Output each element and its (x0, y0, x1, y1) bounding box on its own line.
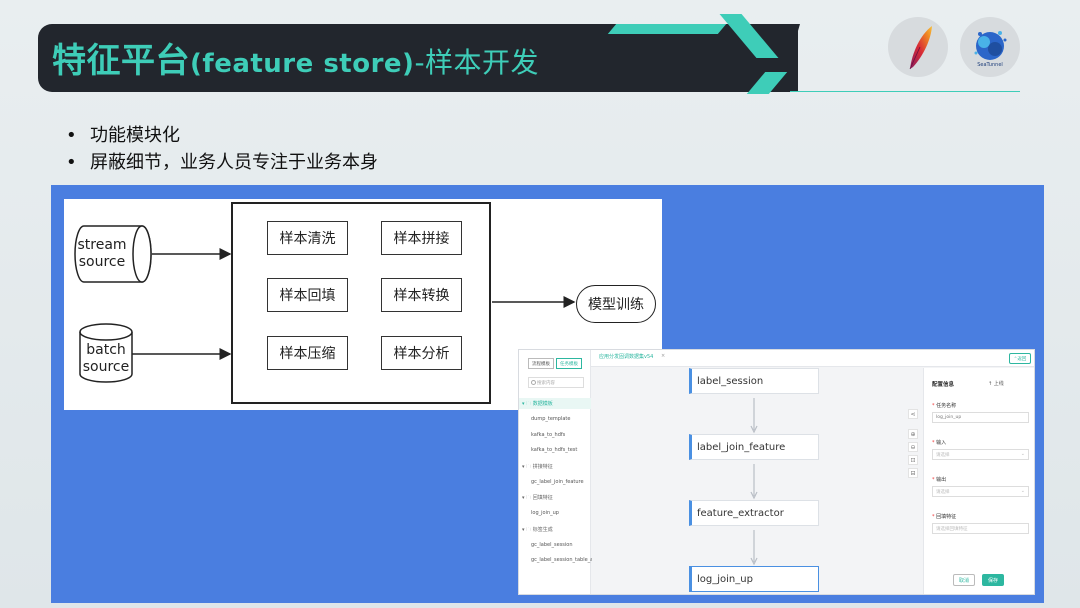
step-transform: 样本转换 (381, 278, 462, 312)
step-join: 样本拼接 (381, 221, 462, 255)
config-title: 配置信息 (932, 382, 955, 388)
cancel-button[interactable]: 取消 (953, 574, 975, 586)
share-icon[interactable]: ⋖ (908, 409, 918, 419)
task-sidebar: 流程模板 任务模板 搜索内容 ▾ 🗀 数据模板 dump_template ka… (519, 350, 596, 594)
tree-item[interactable]: gc_label_session (531, 542, 573, 548)
step-compress: 样本压缩 (267, 336, 348, 370)
step-analyze: 样本分析 (381, 336, 462, 370)
tree-item[interactable]: gc_label_join_feature (531, 479, 584, 485)
task-name-label: * 任务名称 (932, 403, 957, 409)
zoom-in-icon[interactable]: ⊕ (908, 429, 918, 439)
config-panel: 配置信息 ↑ 上线 * 任务名称 log_join_up * 输入 请选择 ⌄ *… (923, 368, 1034, 594)
apache-logo (888, 17, 948, 77)
close-icon[interactable]: × (661, 353, 665, 359)
input-label: * 输入 (932, 440, 947, 446)
tree-folder-label[interactable]: ▾ 🗀 标签生成 (522, 526, 553, 535)
chevron-down-icon: ⌄ (1020, 451, 1025, 457)
save-button[interactable]: 保存 (982, 574, 1004, 586)
batch-source-label: batch source (82, 342, 130, 375)
step-backfill: 样本回填 (267, 278, 348, 312)
flow-node-label-join-feature[interactable]: label_join_feature (689, 434, 819, 460)
seatunnel-icon (974, 31, 1007, 60)
fit-icon[interactable]: ⊡ (908, 455, 918, 465)
title-en: (feature store) (190, 49, 415, 79)
output-select[interactable]: 请选择 ⌄ (932, 486, 1029, 497)
layout-icon[interactable]: ⊟ (908, 468, 918, 478)
task-name-field[interactable]: log_join_up (932, 412, 1029, 423)
back-button[interactable]: ⌃返回 (1009, 353, 1031, 364)
tree-item[interactable]: kafka_to_hdfs (531, 432, 565, 438)
tab-task-template[interactable]: 任务模板 (556, 358, 582, 369)
decor-line (790, 91, 1020, 92)
tree-item[interactable]: gc_label_session_table_ap (531, 557, 596, 563)
flow-edges (750, 398, 758, 566)
zoom-out-icon[interactable]: ⊖ (908, 442, 918, 452)
feature-select[interactable]: 请选择回填特征 (932, 523, 1029, 534)
app-screenshot: 流程模板 任务模板 搜索内容 ▾ 🗀 数据模板 dump_template ka… (518, 349, 1035, 595)
bullet-item: • 屏蔽细节，业务人员专注于业务本身 (66, 152, 378, 173)
feather-icon (909, 26, 932, 70)
tree-item[interactable]: dump_template (531, 416, 570, 422)
canvas-toolbar: ⋖ ⊕ ⊖ ⊡ ⊟ (908, 409, 920, 481)
tab-flow-template[interactable]: 流程模板 (528, 358, 554, 369)
flow-node-log-join-up[interactable]: log_join_up (689, 566, 819, 592)
bullet-list: • 功能模块化 • 屏蔽细节，业务人员专注于业务本身 (66, 122, 378, 176)
stream-source-label: stream source (77, 237, 127, 270)
decor-stripe (607, 24, 727, 34)
chevron-down-icon: ⌄ (1020, 488, 1025, 494)
search-icon (531, 380, 536, 385)
tree-item[interactable]: log_join_up (531, 510, 559, 516)
app-topbar (519, 350, 1034, 367)
title-cn: 特征平台 (52, 41, 190, 81)
title-bar-wedge (780, 24, 800, 92)
tree-item[interactable]: kafka_to_hdfs_test (531, 447, 577, 453)
flow-canvas[interactable]: label_session label_join_feature feature… (592, 368, 922, 594)
upload-button[interactable]: ↑ 上线 (988, 380, 1004, 387)
tab-active[interactable]: 应用分发固调数据集v54 (599, 353, 653, 360)
seatunnel-logo-text: SeaTunnel (977, 62, 1003, 68)
seatunnel-logo: SeaTunnel (960, 17, 1020, 77)
title-tail: -样本开发 (414, 46, 540, 79)
output-label: * 输出 (932, 477, 947, 483)
search-input[interactable]: 搜索内容 (528, 377, 584, 388)
model-training-node: 模型训练 (576, 285, 656, 323)
input-select[interactable]: 请选择 ⌄ (932, 449, 1029, 460)
step-clean: 样本清洗 (267, 221, 348, 255)
tree-folder-backfill[interactable]: ▾ 🗀 回填特征 (522, 494, 553, 503)
tree-folder-join[interactable]: ▾ 🗀 拼接特征 (522, 463, 553, 472)
flow-node-feature-extractor[interactable]: feature_extractor (689, 500, 819, 526)
tree-folder-data-template[interactable]: ▾ 🗀 数据模板 (522, 400, 553, 409)
bullet-item: • 功能模块化 (66, 125, 180, 146)
page-title: 特征平台(feature store)-样本开发 (52, 33, 539, 82)
flow-node-label-session[interactable]: label_session (689, 368, 819, 394)
feature-label: * 回填特征 (932, 514, 957, 520)
